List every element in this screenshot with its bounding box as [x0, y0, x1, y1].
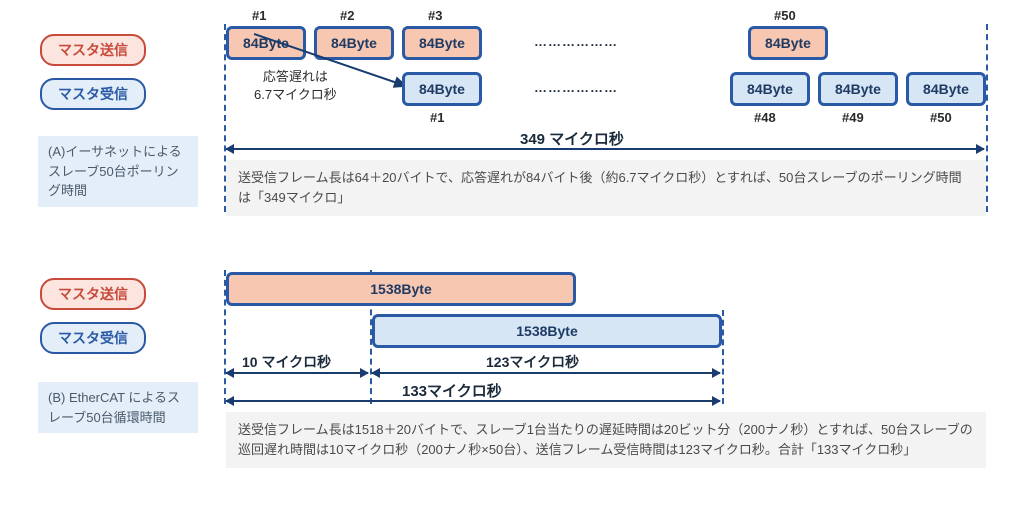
total-label-b: 133マイクロ秒	[402, 380, 502, 401]
tick: #49	[842, 110, 864, 125]
master-send-label-a: マスタ送信	[40, 34, 146, 66]
total-time-label-a: 349 マイクロ秒	[520, 128, 624, 149]
tick: #50	[774, 8, 796, 23]
recv-frame: 84Byte	[730, 72, 810, 106]
tick: #48	[754, 110, 776, 125]
ellipsis: ………………	[534, 80, 618, 95]
master-send-label-b: マスタ送信	[40, 278, 146, 310]
offset-arrow-b	[226, 372, 368, 374]
send-frame: 84Byte	[748, 26, 828, 60]
guide-b-end	[722, 310, 724, 404]
offset-label-b: 10 マイクロ秒	[242, 352, 331, 372]
tick: #2	[340, 8, 354, 23]
send-frame-b: 1538Byte	[226, 272, 576, 306]
recv-frame: 84Byte	[818, 72, 898, 106]
section-a-note: 送受信フレーム長は64＋20バイトで、応答遅れが84バイト後（約6.7マイクロ秒…	[226, 160, 986, 216]
recv-arrow-b	[372, 372, 720, 374]
guide-a-end	[986, 24, 988, 212]
recv-label-b: 123マイクロ秒	[486, 352, 579, 372]
section-b-note: 送受信フレーム長は1518＋20バイトで、スレーブ1台当たりの遅延時間は20ビッ…	[226, 412, 986, 468]
send-frame: 84Byte	[402, 26, 482, 60]
master-recv-label-a: マスタ受信	[40, 78, 146, 110]
tick: #1	[430, 110, 444, 125]
tick: #1	[252, 8, 266, 23]
section-a-caption: (A)イーサネットによるスレーブ50台ポーリング時間	[38, 136, 198, 207]
tick: #3	[428, 8, 442, 23]
recv-frame-b: 1538Byte	[372, 314, 722, 348]
section-b-caption: (B) EtherCAT によるスレーブ50台循環時間	[38, 382, 198, 433]
recv-frame: 84Byte	[402, 72, 482, 106]
tick: #50	[930, 110, 952, 125]
recv-frame: 84Byte	[906, 72, 986, 106]
master-recv-label-b: マスタ受信	[40, 322, 146, 354]
send-frame: 84Byte	[226, 26, 306, 60]
delay-note: 応答遅れは 6.7マイクロ秒	[254, 68, 337, 103]
send-frame: 84Byte	[314, 26, 394, 60]
ellipsis: ………………	[534, 34, 618, 49]
